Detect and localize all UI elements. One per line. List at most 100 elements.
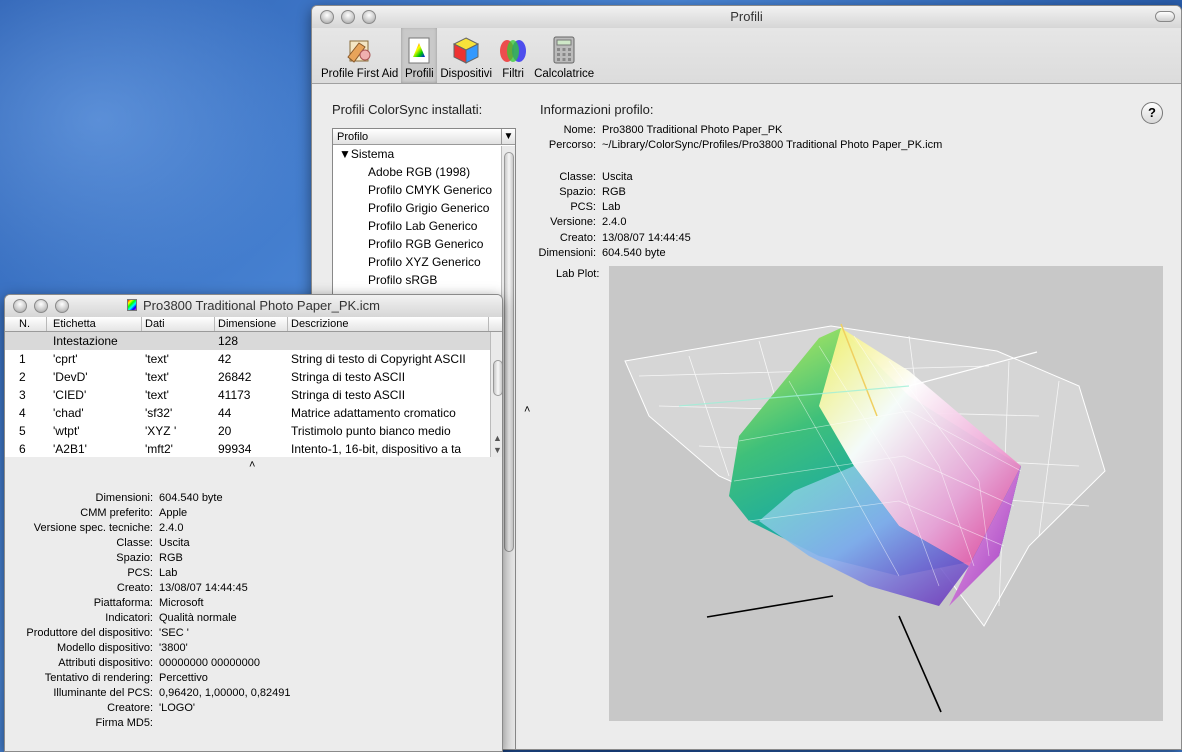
toolbar-profile-first-aid[interactable]: Profile First Aid xyxy=(318,27,401,83)
minimize-button[interactable] xyxy=(341,10,355,24)
filters-icon xyxy=(500,40,527,62)
table-row[interactable]: 4 'chad' 'sf32' 44 Matrice adattamento c… xyxy=(5,404,502,422)
axis-line xyxy=(706,595,834,618)
detail-value: 604.540 byte xyxy=(159,492,223,504)
tree-group-sistema[interactable]: ▼Sistema xyxy=(333,145,515,163)
info-label: Spazio: xyxy=(559,185,596,198)
info-label: PCS: xyxy=(570,201,596,214)
lab-plot-view[interactable] xyxy=(609,266,1163,721)
detail-value: Percettivo xyxy=(159,672,208,684)
tree-item[interactable]: Profilo XYZ Generico xyxy=(333,253,515,271)
toolbar-label: Filtri xyxy=(502,68,524,80)
tag-table-header: N. Etichetta Dati Dimensione Descrizione xyxy=(5,317,502,332)
scroll-up-arrow-icon[interactable]: ▲ xyxy=(493,433,502,443)
first-aid-icon xyxy=(346,40,371,63)
table-row[interactable]: 3 'CIED' 'text' 41173 Stringa di testo A… xyxy=(5,386,502,404)
toolbar-label: Profili xyxy=(404,68,434,80)
profile-document-icon xyxy=(126,299,137,311)
column-header-data[interactable]: Dati xyxy=(142,317,215,331)
toolbar-profiles[interactable]: Profili xyxy=(401,27,438,83)
zoom-button[interactable] xyxy=(362,10,376,24)
table-row[interactable]: Intestazione 128 xyxy=(5,332,502,350)
toolbar-toggle-button[interactable] xyxy=(1155,11,1175,22)
column-header-tag[interactable]: Etichetta xyxy=(47,317,142,331)
table-row[interactable]: 5 'wtpt' 'XYZ ' 20 Tristimolo punto bian… xyxy=(5,422,502,440)
calculator-icon xyxy=(553,36,575,64)
detail-value: 00000000 00000000 xyxy=(159,657,260,669)
detail-label: Creato: xyxy=(116,582,153,594)
tree-column-header[interactable]: Profilo ▼ xyxy=(333,129,515,145)
sort-icon[interactable]: ▼ xyxy=(501,129,515,144)
profile-details: Dimensioni: 604.540 byte CMM preferito: Ap… xyxy=(5,491,502,731)
info-label: Nome: xyxy=(563,124,596,136)
info-class-value: Uscita xyxy=(602,170,633,183)
detail-label: Tentativo di rendering: xyxy=(44,672,153,684)
detail-label: Produttore del dispositivo: xyxy=(26,627,153,639)
info-created-value: 13/08/07 14:44:45 xyxy=(602,231,691,244)
info-space-value: RGB xyxy=(602,185,626,198)
inspector-titlebar[interactable]: Pro3800 Traditional Photo Paper_PK.icm xyxy=(5,295,502,317)
tree-item[interactable]: Profilo RGB Generico xyxy=(333,235,515,253)
profile-inspector-window: Pro3800 Traditional Photo Paper_PK.icm N… xyxy=(4,294,503,752)
toolbar-calculator[interactable]: Calcolatrice xyxy=(531,27,597,83)
table-row[interactable]: 1 'cprt' 'text' 42 String di testo di Co… xyxy=(5,350,502,368)
close-button[interactable] xyxy=(13,299,27,313)
axis-line xyxy=(898,615,942,713)
info-name-value: Pro3800 Traditional Photo Paper_PK xyxy=(602,124,783,136)
tag-table[interactable]: N. Etichetta Dati Dimensione Descrizione… xyxy=(5,317,502,458)
info-path-value: ~/Library/ColorSync/Profiles/Pro3800 Tra… xyxy=(602,139,943,152)
tag-table-scrollbar[interactable]: ▲ ▼ xyxy=(490,332,502,457)
toolbar-label: Dispositivi xyxy=(440,68,493,80)
close-button[interactable] xyxy=(320,10,334,24)
zoom-button[interactable] xyxy=(55,299,69,313)
lab-gamut-plot xyxy=(624,323,1106,713)
tree-item[interactable]: Profilo Lab Generico xyxy=(333,217,515,235)
tree-item[interactable]: Profilo sRGB xyxy=(333,271,515,289)
tree-scroll-thumb[interactable] xyxy=(504,152,514,552)
tree-item[interactable]: Profilo Grigio Generico xyxy=(333,199,515,217)
toolbar-filters[interactable]: Filtri xyxy=(495,27,531,83)
scroll-down-arrow-icon[interactable]: ▼ xyxy=(493,445,502,455)
info-size-value: 604.540 byte xyxy=(602,247,666,260)
toolbar-label: Calcolatrice xyxy=(534,68,595,80)
table-row[interactable]: 6 'A2B1' 'mft2' 99934 Intento-1, 16-bit,… xyxy=(5,440,502,458)
table-row[interactable]: 2 'DevD' 'text' 26842 Stringa di testo A… xyxy=(5,368,502,386)
detail-label: Modello dispositivo: xyxy=(57,642,153,654)
help-button[interactable]: ? xyxy=(1141,102,1163,124)
tree-item[interactable]: Profilo CMYK Generico xyxy=(333,181,515,199)
inspector-title: Pro3800 Traditional Photo Paper_PK.icm xyxy=(142,298,381,313)
profiles-icon xyxy=(408,37,430,64)
column-header-size[interactable]: Dimensione xyxy=(215,317,288,331)
column-header-n[interactable]: N. xyxy=(5,317,47,331)
installed-profiles-title: Profili ColorSync installati: xyxy=(332,102,483,117)
tree-item[interactable]: Adobe RGB (1998) xyxy=(333,163,515,181)
info-label: Percorso: xyxy=(548,139,596,152)
detail-value: Qualità normale xyxy=(159,612,237,624)
splitter-handle[interactable]: ˄ xyxy=(249,459,255,471)
minimize-button[interactable] xyxy=(34,299,48,313)
column-header-description[interactable]: Descrizione xyxy=(288,317,489,331)
detail-label: Indicatori: xyxy=(105,612,153,624)
tag-table-scroll-thumb[interactable] xyxy=(493,360,502,396)
info-label: Creato: xyxy=(559,231,596,244)
detail-value: 'SEC ' xyxy=(159,627,189,639)
detail-value: 13/08/07 14:44:45 xyxy=(159,582,248,594)
detail-value: 0,96420, 1,00000, 0,82491 xyxy=(159,687,291,699)
devices-icon xyxy=(453,37,480,64)
detail-value: 2.4.0 xyxy=(159,522,184,534)
splitter-handle[interactable]: ˄ xyxy=(524,404,530,416)
detail-label: Dimensioni: xyxy=(95,492,153,504)
detail-value: 'LOGO' xyxy=(159,702,195,714)
detail-value: Microsoft xyxy=(159,597,204,609)
detail-label: Piattaforma: xyxy=(93,597,153,609)
detail-value: Apple xyxy=(159,507,188,519)
window-titlebar[interactable]: Profili xyxy=(312,6,1181,28)
profile-info: Nome: Pro3800 Traditional Photo Paper_PK … xyxy=(532,124,943,262)
info-label: Classe: xyxy=(559,170,596,183)
toolbar-devices[interactable]: Dispositivi xyxy=(437,27,495,83)
lab-plot-label: Lab Plot: xyxy=(556,268,600,280)
detail-label: PCS: xyxy=(127,567,153,579)
detail-value: Lab xyxy=(159,567,178,579)
tree-scrollbar[interactable] xyxy=(501,146,515,749)
toolbar: Profile First Aid Profili Dispositivi Fi… xyxy=(312,27,1181,84)
